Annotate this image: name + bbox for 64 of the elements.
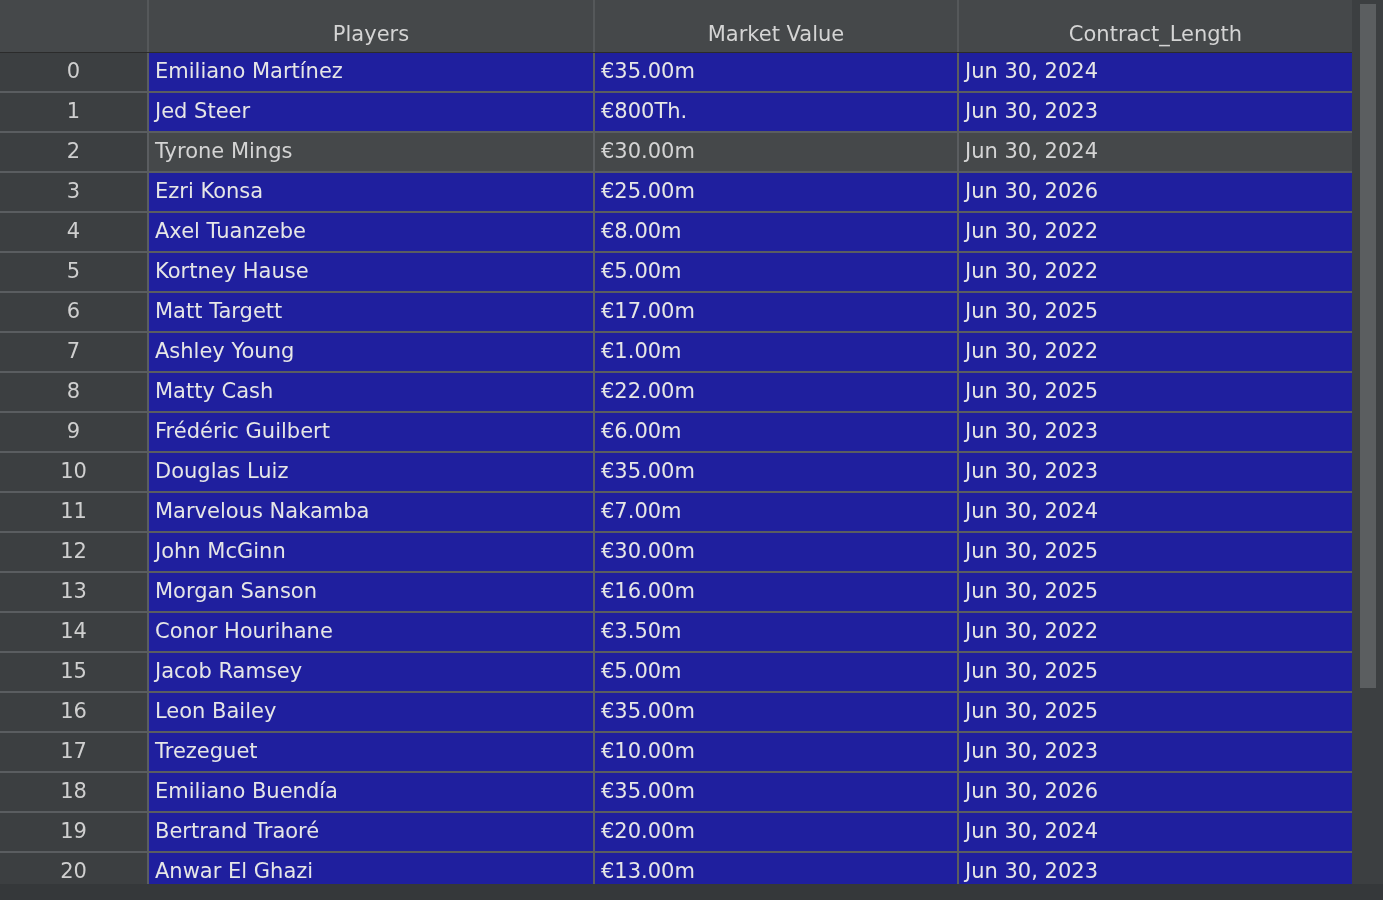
table-cell[interactable]: Bertrand Traoré <box>147 813 593 851</box>
table-cell[interactable]: €30.00m <box>593 133 957 171</box>
table-cell[interactable]: €1.00m <box>593 333 957 371</box>
table-cell[interactable]: Emiliano Buendía <box>147 773 593 811</box>
table-cell[interactable]: €5.00m <box>593 653 957 691</box>
table-cell[interactable]: Ashley Young <box>147 333 593 371</box>
table-cell[interactable]: €800Th. <box>593 93 957 131</box>
table-cell[interactable]: €20.00m <box>593 813 957 851</box>
table-cell[interactable]: Jun 30, 2022 <box>957 253 1352 291</box>
table-cell[interactable]: €13.00m <box>593 853 957 884</box>
table-cell[interactable]: €22.00m <box>593 373 957 411</box>
table-cell[interactable]: Conor Hourihane <box>147 613 593 651</box>
table-cell[interactable]: €25.00m <box>593 173 957 211</box>
table-cell[interactable]: €30.00m <box>593 533 957 571</box>
table-cell[interactable]: Jun 30, 2023 <box>957 93 1352 131</box>
table-cell[interactable]: Jun 30, 2025 <box>957 293 1352 331</box>
table-cell[interactable]: Marvelous Nakamba <box>147 493 593 531</box>
table-cell[interactable]: €3.50m <box>593 613 957 651</box>
table-cell[interactable]: Leon Bailey <box>147 693 593 731</box>
table-cell[interactable]: €8.00m <box>593 213 957 251</box>
table-cell[interactable]: Tyrone Mings <box>147 133 593 171</box>
table-cell[interactable]: Jun 30, 2023 <box>957 453 1352 491</box>
table-cell[interactable]: Jun 30, 2026 <box>957 773 1352 811</box>
table-cell[interactable]: Jun 30, 2023 <box>957 853 1352 884</box>
table-cell[interactable]: Matt Targett <box>147 293 593 331</box>
table-cell[interactable]: €7.00m <box>593 493 957 531</box>
table-cell[interactable]: Kortney Hause <box>147 253 593 291</box>
table-cell[interactable]: Jun 30, 2025 <box>957 373 1352 411</box>
table-cell[interactable]: Jun 30, 2025 <box>957 693 1352 731</box>
table-cell[interactable]: Jun 30, 2022 <box>957 613 1352 651</box>
table-cell[interactable]: Jed Steer <box>147 93 593 131</box>
table-cell[interactable]: Jun 30, 2024 <box>957 53 1352 91</box>
table-cell[interactable]: Jun 30, 2025 <box>957 533 1352 571</box>
table-cell[interactable]: Jun 30, 2024 <box>957 813 1352 851</box>
table-cell[interactable]: Jun 30, 2023 <box>957 413 1352 451</box>
table-cell[interactable]: Jun 30, 2024 <box>957 493 1352 531</box>
scrollbar-thumb[interactable] <box>1359 4 1376 688</box>
table-cell[interactable]: Matty Cash <box>147 373 593 411</box>
table-cell[interactable]: Emiliano Martínez <box>147 53 593 91</box>
table-cell[interactable]: €35.00m <box>593 693 957 731</box>
table-cell[interactable]: Jun 30, 2022 <box>957 213 1352 251</box>
table-cell[interactable]: Jacob Ramsey <box>147 653 593 691</box>
table-cell[interactable]: Jun 30, 2024 <box>957 133 1352 171</box>
table-cell[interactable]: Jun 30, 2022 <box>957 333 1352 371</box>
table-cell[interactable]: Frédéric Guilbert <box>147 413 593 451</box>
table-cell[interactable]: €6.00m <box>593 413 957 451</box>
table-cell[interactable]: Morgan Sanson <box>147 573 593 611</box>
table-cell[interactable]: Anwar El Ghazi <box>147 853 593 884</box>
table-cell[interactable]: €17.00m <box>593 293 957 331</box>
table-cell[interactable]: Axel Tuanzebe <box>147 213 593 251</box>
table-cell[interactable]: €35.00m <box>593 773 957 811</box>
table-cell[interactable]: €16.00m <box>593 573 957 611</box>
table-cell[interactable]: Jun 30, 2026 <box>957 173 1352 211</box>
table-cell[interactable]: Jun 30, 2025 <box>957 653 1352 691</box>
table-cell[interactable]: €35.00m <box>593 53 957 91</box>
table-cell[interactable]: Jun 30, 2023 <box>957 733 1352 771</box>
table-cell[interactable]: Jun 30, 2025 <box>957 573 1352 611</box>
table-cell[interactable]: Trezeguet <box>147 733 593 771</box>
table-cell[interactable]: €5.00m <box>593 253 957 291</box>
table-cell[interactable]: John McGinn <box>147 533 593 571</box>
table-cell[interactable]: €35.00m <box>593 453 957 491</box>
table-cell[interactable]: €10.00m <box>593 733 957 771</box>
table-cell[interactable]: Douglas Luiz <box>147 453 593 491</box>
table-cell[interactable]: Ezri Konsa <box>147 173 593 211</box>
